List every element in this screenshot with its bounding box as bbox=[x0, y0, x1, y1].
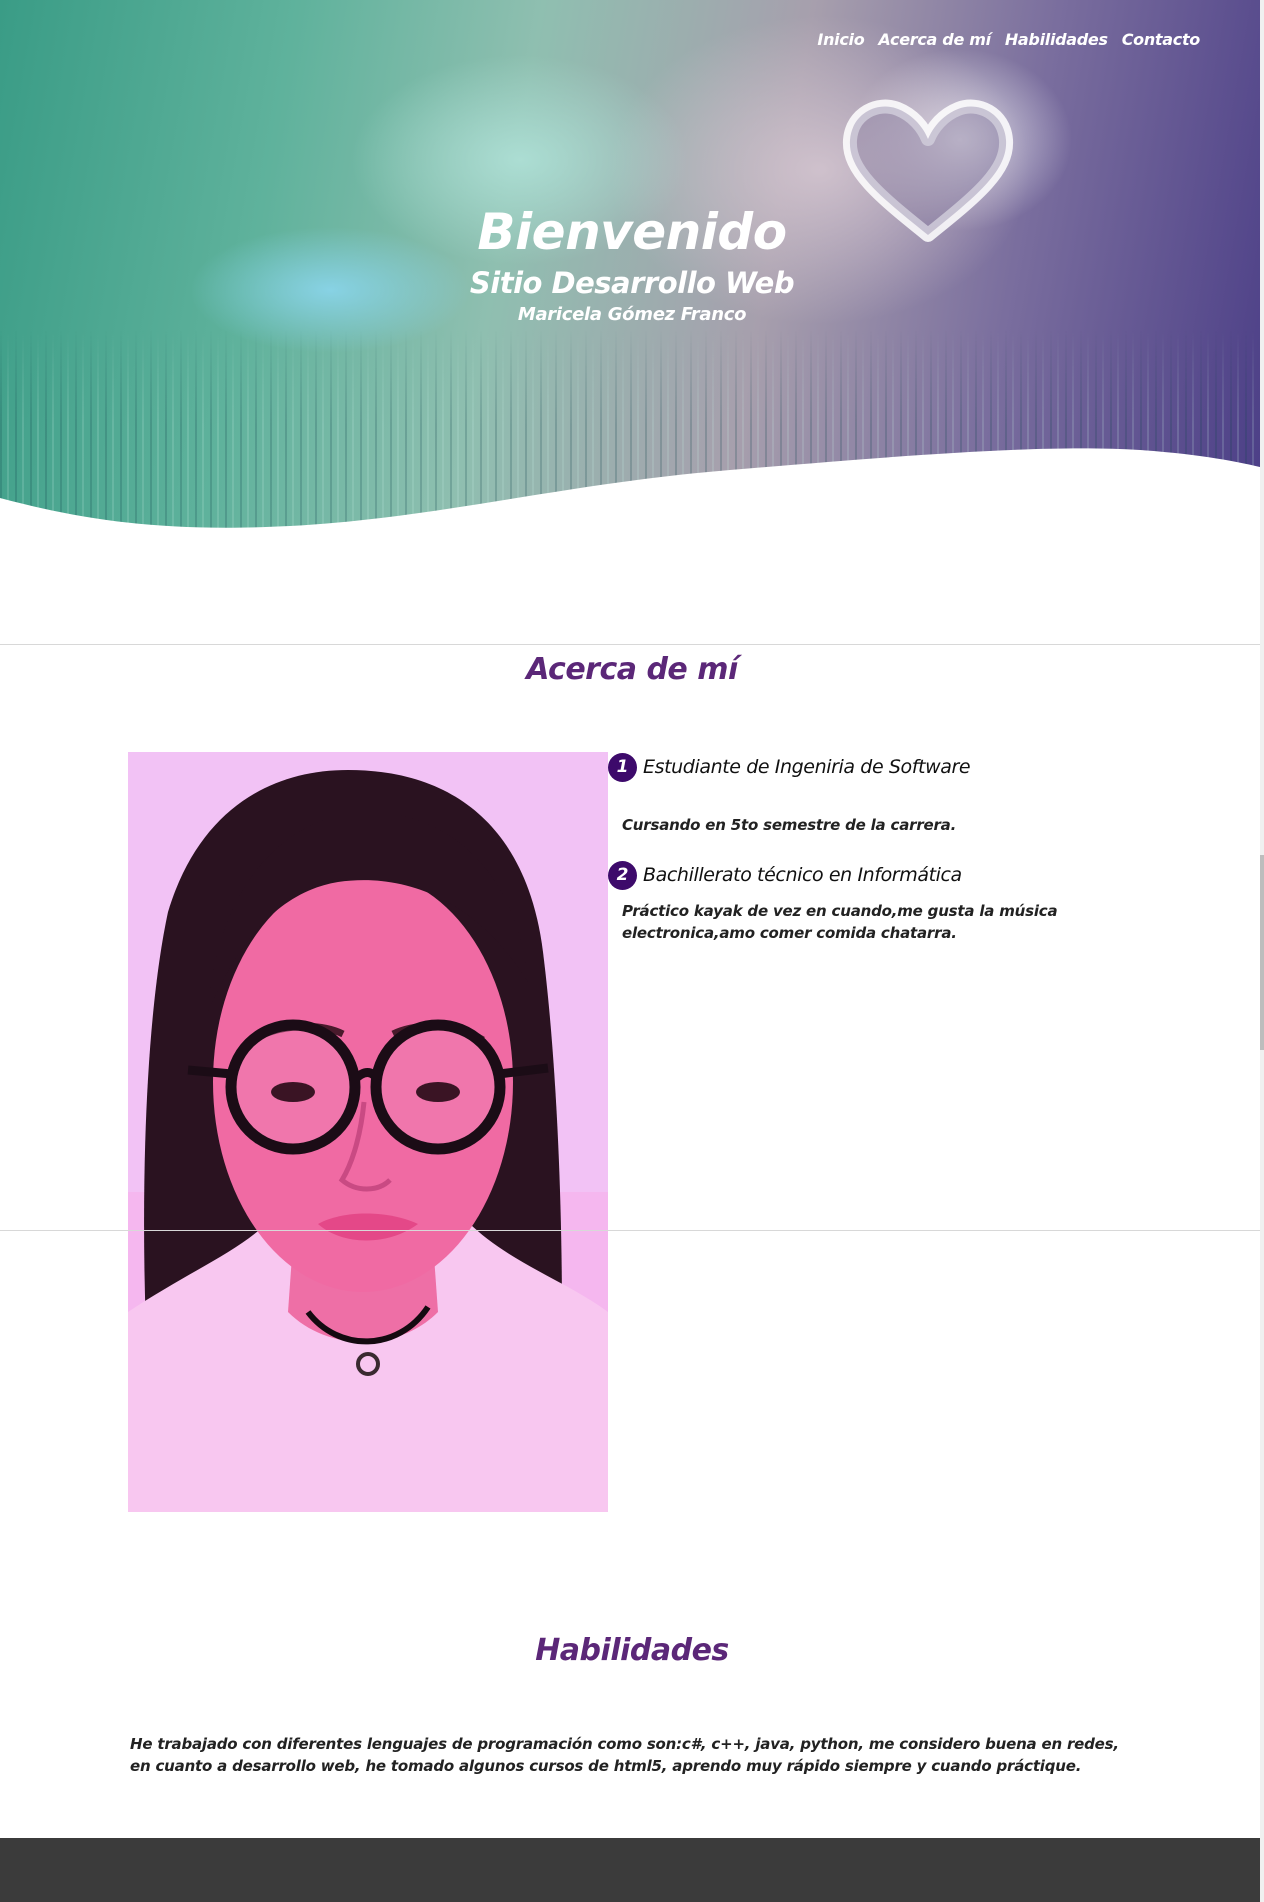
nav-link-acerca[interactable]: Acerca de mí bbox=[878, 30, 991, 49]
about-item-2-heading: 2 Bachillerato técnico en Informática bbox=[608, 860, 1168, 890]
hero-banner: Inicio Acerca de mí Habilidades Contacto… bbox=[0, 0, 1264, 540]
wave-divider bbox=[0, 448, 1264, 540]
hero-subtitle: Sitio Desarrollo Web bbox=[469, 266, 795, 300]
section-divider-top bbox=[0, 644, 1264, 645]
skills-section-title: Habilidades bbox=[535, 1633, 729, 1668]
about-list: 1 Estudiante de Ingeniria de Software Cu… bbox=[608, 752, 1168, 944]
scrollbar-thumb[interactable] bbox=[1260, 855, 1264, 1050]
about-item-1-heading: 1 Estudiante de Ingeniria de Software bbox=[608, 752, 1168, 782]
about-item-2-description: Práctico kayak de vez en cuando,me gusta… bbox=[622, 902, 1058, 942]
about-item-2-title: Bachillerato técnico en Informática bbox=[643, 864, 962, 886]
hero-title: Bienvenido bbox=[477, 203, 787, 261]
number-badge-2: 2 bbox=[608, 860, 637, 890]
about-item-1-title: Estudiante de Ingeniria de Software bbox=[643, 756, 971, 778]
nav-link-inicio[interactable]: Inicio bbox=[817, 30, 864, 49]
about-item-1-description: Cursando en 5to semestre de la carrera. bbox=[622, 816, 957, 834]
skills-description: He trabajado con diferentes lenguajes de… bbox=[130, 1735, 1119, 1775]
hero-author-name: Maricela Gómez Franco bbox=[517, 304, 747, 325]
hero-text: Bienvenido Sitio Desarrollo Web Maricela… bbox=[0, 200, 1264, 328]
nav-link-habilidades[interactable]: Habilidades bbox=[1005, 30, 1108, 49]
number-badge-1: 1 bbox=[608, 752, 637, 782]
nav-link-contacto[interactable]: Contacto bbox=[1122, 30, 1201, 49]
footer bbox=[0, 1838, 1264, 1902]
profile-photo bbox=[128, 752, 608, 1512]
about-section-title: Acerca de mí bbox=[526, 652, 738, 687]
main-nav: Inicio Acerca de mí Habilidades Contacto bbox=[817, 30, 1200, 49]
section-divider-bottom bbox=[0, 1230, 1264, 1231]
